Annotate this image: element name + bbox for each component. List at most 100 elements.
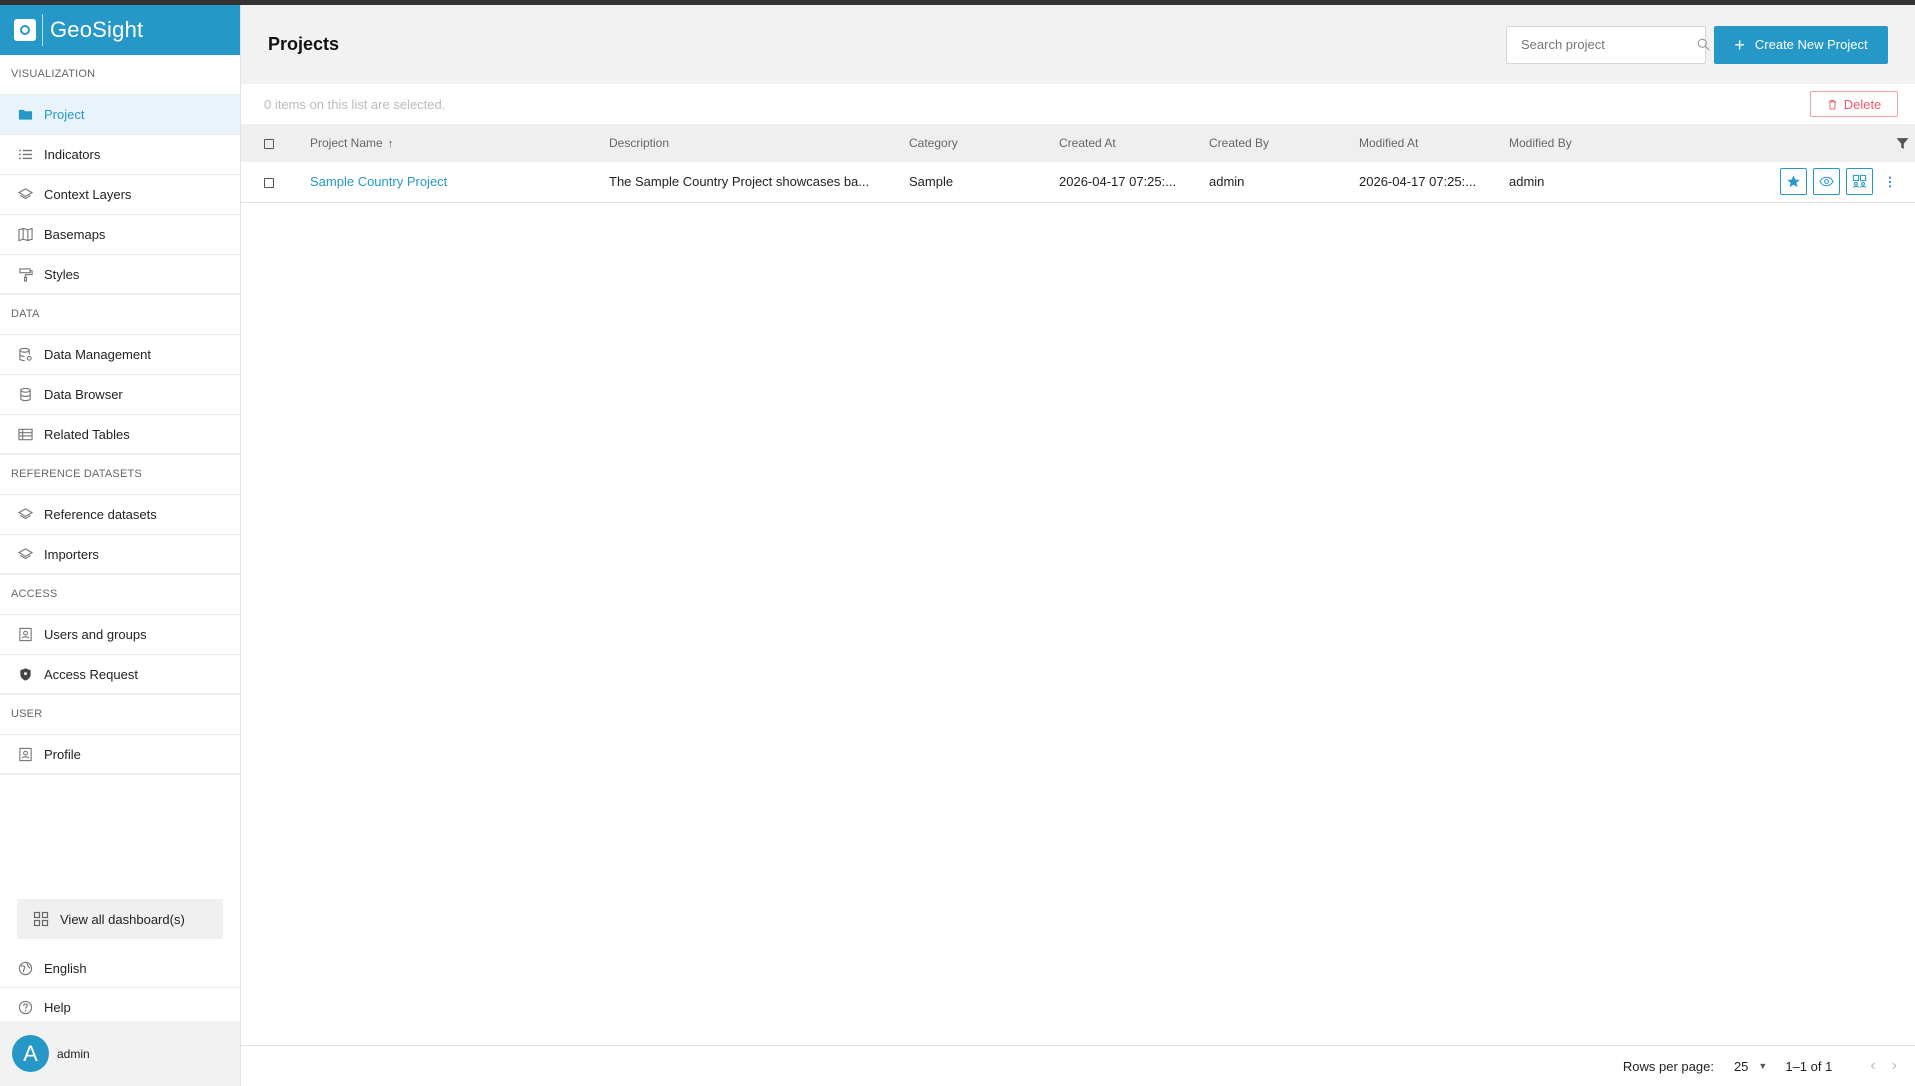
view-all-dashboards-button[interactable]: View all dashboard(s) <box>17 899 223 939</box>
brand-header[interactable]: GeoSight <box>0 5 240 55</box>
users-icon <box>1852 175 1867 189</box>
shield-icon <box>18 667 33 682</box>
star-icon <box>1787 175 1800 188</box>
column-header-description[interactable]: Description <box>609 124 909 162</box>
row-checkbox[interactable] <box>264 177 274 188</box>
column-header-created-at[interactable]: Created At <box>1059 124 1209 162</box>
sidebar-item-basemaps[interactable]: Basemaps <box>0 214 240 254</box>
app-name: GeoSight <box>50 17 144 42</box>
sidebar-item-label: Related Tables <box>44 426 130 442</box>
view-button[interactable] <box>1813 168 1840 196</box>
sidebar-item-reference-datasets[interactable]: Reference datasets <box>0 494 240 534</box>
grid-icon <box>33 911 49 927</box>
sidebar-item-label: Basemaps <box>44 227 106 242</box>
sidebar-item-importers[interactable]: Importers <box>0 534 240 574</box>
sidebar-item-label: Access Request <box>44 666 138 682</box>
sidebar-item-label: Profile <box>44 746 81 762</box>
sidebar-item-label: Indicators <box>44 147 101 162</box>
language-label: English <box>44 960 87 976</box>
sidebar-item-profile[interactable]: Profile <box>0 734 240 774</box>
create-new-project-label: Create New Project <box>1754 37 1868 52</box>
sidebar-item-label: Reference datasets <box>44 507 157 522</box>
table-row[interactable]: Sample Country Project The Sample Countr… <box>241 162 1915 202</box>
next-page-icon[interactable]: › <box>1892 1057 1897 1075</box>
page-header: Projects + Create New Project <box>241 5 1915 84</box>
geosight-logo-icon <box>14 19 36 41</box>
sidebar-item-project[interactable]: Project <box>0 94 240 134</box>
column-header-modified-at[interactable]: Modified At <box>1359 124 1509 162</box>
rows-per-page-value: 25 <box>1733 1058 1749 1074</box>
folder-icon <box>18 107 33 122</box>
user-menu[interactable]: A admin <box>0 1021 240 1086</box>
selection-bar: 0 items on this list are selected. Delet… <box>241 84 1915 124</box>
table-footer: Rows per page: 25 ▼ 1–1 of 1 ‹ › <box>241 1045 1915 1086</box>
pagination-range: 1–1 of 1 <box>1785 1058 1833 1074</box>
favorite-button[interactable] <box>1780 168 1807 196</box>
create-new-project-button[interactable]: + Create New Project <box>1714 25 1888 64</box>
caret-down-icon: ▼ <box>1758 1061 1768 1071</box>
main-content: Projects + Create New Project 0 items on… <box>241 5 1915 1086</box>
section-title-user: USER <box>11 708 43 720</box>
sidebar-item-styles[interactable]: Styles <box>0 254 240 294</box>
sidebar-item-data-management[interactable]: Data Management <box>0 334 240 374</box>
sidebar-item-label: Importers <box>44 546 99 562</box>
delete-label: Delete <box>1843 96 1882 112</box>
delete-button[interactable]: Delete <box>1810 91 1898 117</box>
cell-modified-by: admin <box>1509 174 1545 190</box>
select-all-checkbox[interactable] <box>264 138 274 149</box>
sidebar-item-indicators[interactable]: Indicators <box>0 134 240 174</box>
column-header-created-by[interactable]: Created By <box>1209 124 1359 162</box>
help-label: Help <box>44 999 71 1015</box>
sidebar-item-data-browser[interactable]: Data Browser <box>0 374 240 414</box>
sidebar-item-label: Data Browser <box>44 387 123 402</box>
cell-modified-at: 2026-04-17 07:25:... <box>1359 174 1477 190</box>
sidebar-item-label: Context Layers <box>44 187 132 202</box>
username: admin <box>57 1046 90 1061</box>
user-card-icon <box>18 627 33 642</box>
column-header-project-name[interactable]: Project Name ↑ <box>310 124 609 162</box>
more-options-icon[interactable] <box>1883 172 1897 192</box>
section-title-visualization: VISUALIZATION <box>11 68 96 80</box>
table-header-row: Project Name ↑ Description Category Creat… <box>241 124 1915 162</box>
project-name-link[interactable]: Sample Country Project <box>310 174 447 189</box>
sidebar-item-context-layers[interactable]: Context Layers <box>0 174 240 214</box>
paint-roller-icon <box>18 267 33 282</box>
search-icon <box>1697 38 1710 51</box>
layers-icon <box>18 547 33 562</box>
eye-icon <box>1819 177 1834 187</box>
sidebar-item-label: Project <box>44 107 85 122</box>
trash-icon <box>1827 99 1838 110</box>
search-box[interactable] <box>1506 25 1710 64</box>
section-title-reference-datasets: REFERENCE DATASETS <box>11 468 142 480</box>
share-button[interactable] <box>1846 168 1873 196</box>
view-all-dashboards-label: View all dashboard(s) <box>60 911 185 927</box>
plus-icon: + <box>1734 34 1745 55</box>
sidebar-item-access-request[interactable]: Access Request <box>0 654 240 694</box>
sidebar-item-label: Styles <box>44 266 80 282</box>
section-title-data: DATA <box>11 308 40 320</box>
search-input[interactable] <box>1521 37 1697 52</box>
projects-table: Project Name ↑ Description Category Creat… <box>241 124 1915 203</box>
column-header-category[interactable]: Category <box>909 124 1059 162</box>
cell-created-at: 2026-04-17 07:25:... <box>1059 174 1177 190</box>
rows-per-page-select[interactable]: 25 ▼ <box>1734 1059 1767 1074</box>
language-selector[interactable]: English <box>0 949 240 988</box>
selection-info: 0 items on this list are selected. <box>264 96 446 112</box>
previous-page-icon[interactable]: ‹ <box>1870 1057 1875 1075</box>
layers-icon <box>18 187 33 202</box>
layers-icon <box>18 507 33 522</box>
cell-created-by: admin <box>1209 174 1245 190</box>
sidebar-item-related-tables[interactable]: Related Tables <box>0 414 240 454</box>
cell-description: The Sample Country Project showcases ba.… <box>609 174 870 190</box>
rows-per-page-label: Rows per page: <box>1622 1058 1714 1074</box>
table-icon <box>18 427 33 442</box>
column-header-modified-by[interactable]: Modified By <box>1509 124 1659 162</box>
avatar: A <box>12 1035 49 1072</box>
sort-ascending-icon[interactable]: ↑ <box>388 138 394 150</box>
section-title-access: ACCESS <box>11 588 58 600</box>
filter-icon[interactable] <box>1896 137 1909 150</box>
globe-icon <box>18 961 33 976</box>
sidebar-item-label: Data Management <box>44 347 151 362</box>
sidebar-item-users-and-groups[interactable]: Users and groups <box>0 614 240 654</box>
map-icon <box>18 227 33 242</box>
